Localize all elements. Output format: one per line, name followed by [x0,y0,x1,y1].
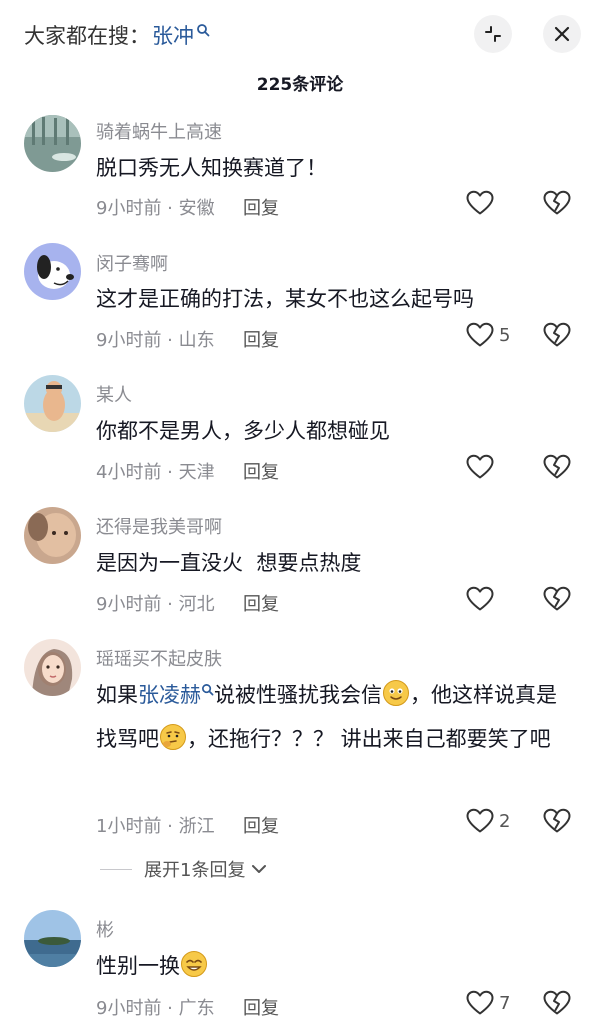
comment-meta: 9小时前 · 安徽 [96,198,215,219]
dislike-button[interactable] [543,586,571,612]
comment-username[interactable]: 闵子骞啊 [96,250,168,276]
search-icon [197,24,210,37]
heart-icon [466,454,494,479]
like-count: 7 [499,992,511,1014]
chevron-down-icon [252,865,267,873]
heart-icon [466,322,494,347]
comment-text-part: 如果 [96,683,138,707]
dislike-button[interactable] [543,990,571,1016]
comment-meta: 9小时前 · 广东 [96,998,215,1019]
comment-meta: 1小时前 · 浙江 [96,816,215,837]
comment-text-part: ，还拖行？？？ 讲出来自己都要笑了吧 [187,727,551,751]
comment-username[interactable]: 彬 [96,916,114,942]
heart-icon [466,586,494,611]
like-button[interactable]: 2 [466,808,510,834]
comment-count-title: 225条评论 [256,75,344,95]
smile-emoji-icon [383,680,409,706]
like-button[interactable] [466,454,499,480]
reply-button[interactable]: 回复 [243,812,279,838]
reply-button[interactable]: 回复 [243,194,279,220]
reply-button[interactable]: 回复 [243,994,279,1020]
divider [100,868,132,870]
avatar[interactable] [24,243,81,300]
like-count: 5 [499,324,511,346]
broken-heart-icon [543,586,571,611]
like-count: 2 [499,810,511,832]
avatar[interactable] [24,639,81,696]
comment-text-part: 性别一换 [96,954,180,978]
comment-text: 性别一换 [96,944,576,988]
avatar[interactable] [24,910,81,967]
broken-heart-icon [543,990,571,1015]
expand-replies-label: 展开1条回复 [144,860,246,881]
like-button[interactable] [466,190,499,216]
comment-meta: 9小时前 · 河北 [96,594,215,615]
avatar[interactable] [24,115,81,172]
avatar[interactable] [24,507,81,564]
comment-text: 这才是正确的打法，某女不也这么起号吗 [96,287,474,311]
dislike-button[interactable] [543,322,571,348]
like-button[interactable]: 5 [466,322,510,348]
broken-heart-icon [543,454,571,479]
reply-button[interactable]: 回复 [243,326,279,352]
reply-button[interactable]: 回复 [243,590,279,616]
search-suggestion-keyword[interactable]: 张冲 [152,20,194,50]
close-button[interactable] [543,15,581,53]
heart-icon [466,190,494,215]
expand-replies-button[interactable]: 展开1条回复 [100,856,267,882]
collapse-icon [485,26,501,42]
comment-meta: 9小时前 · 山东 [96,330,215,351]
comment-text: 你都不是男人，多少人都想碰见 [96,419,390,443]
close-icon [554,26,570,42]
broken-heart-icon [543,190,571,215]
mention-link[interactable]: 张凌赫 [138,683,201,707]
like-button[interactable]: 7 [466,990,510,1016]
broken-heart-icon [543,808,571,833]
top-bar: 大家都在搜： 张冲 [0,0,600,66]
comment-text: 如果张凌赫 说被性骚扰我会信 ，他这样说真是找骂吧 ，还拖行？？？ 讲出来自己都要笑了… [96,673,576,761]
comment-meta: 4小时前 · 天津 [96,462,215,483]
comment-text: 是因为一直没火 想要点热度 [96,551,362,575]
search-icon [202,684,214,696]
grin-emoji-icon [181,951,207,977]
heart-icon [466,808,494,833]
reply-button[interactable]: 回复 [243,458,279,484]
comment-text-part: 说被性骚扰我会信 [214,683,382,707]
comment-username[interactable]: 还得是我美哥啊 [96,513,222,539]
comment-text: 脱口秀无人知换赛道了！ [96,156,327,180]
avatar[interactable] [24,375,81,432]
dislike-button[interactable] [543,808,571,834]
dislike-button[interactable] [543,454,571,480]
comment-username[interactable]: 骑着蜗牛上高速 [96,118,222,144]
search-suggestion-prefix: 大家都在搜： [24,24,150,48]
thinking-emoji-icon [160,724,186,750]
comment-username[interactable]: 某人 [96,381,132,407]
heart-icon [466,990,494,1015]
like-button[interactable] [466,586,499,612]
comment-username[interactable]: 瑶瑶买不起皮肤 [96,645,222,671]
collapse-button[interactable] [474,15,512,53]
search-suggestion[interactable]: 大家都在搜： 张冲 [24,20,210,50]
dislike-button[interactable] [543,190,571,216]
broken-heart-icon [543,322,571,347]
